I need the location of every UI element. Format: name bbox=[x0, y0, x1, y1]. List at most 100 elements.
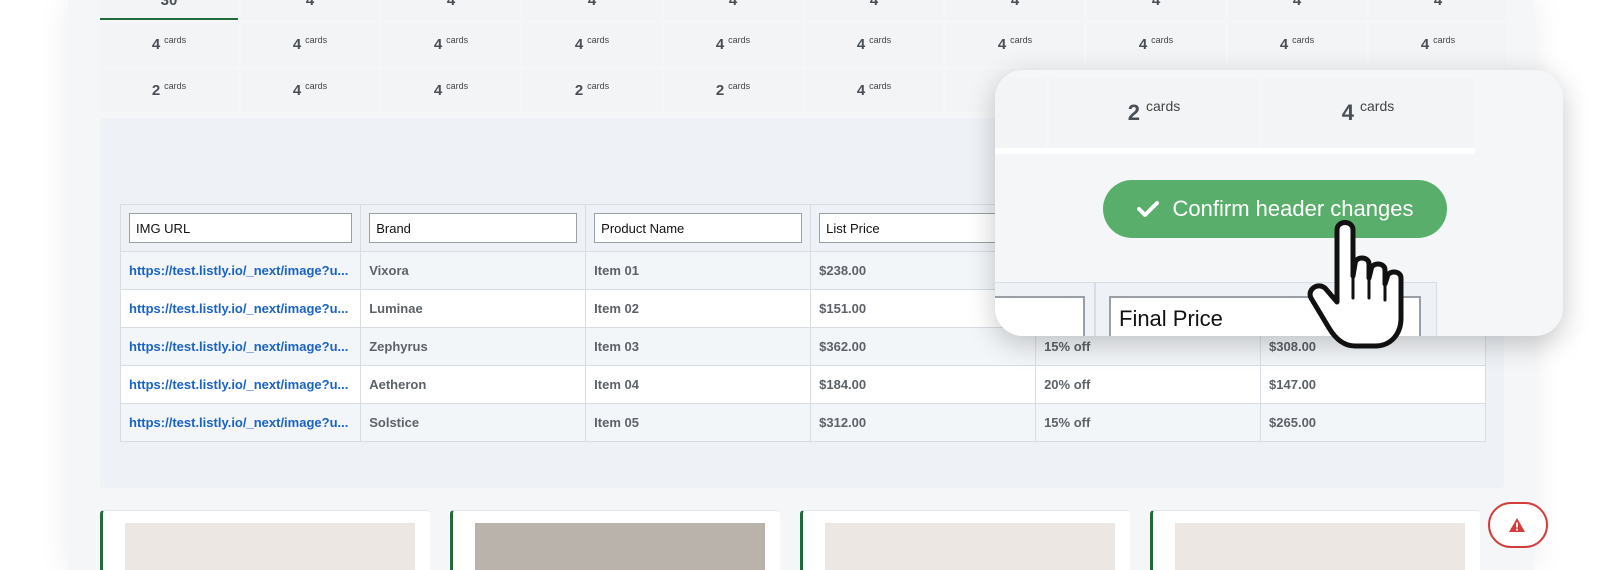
header-input-brand[interactable]: Brand bbox=[369, 213, 578, 243]
image-url-link[interactable]: https://test.listly.io/_next/image?u... bbox=[119, 251, 362, 290]
cards-count: 2 bbox=[151, 82, 161, 99]
product-image bbox=[475, 523, 765, 570]
cards-grid-cell[interactable]: 4 cards bbox=[805, 69, 943, 112]
cards-grid-cell[interactable]: 4 cards bbox=[382, 69, 520, 112]
cards-grid-cell[interactable]: 4 bbox=[1087, 0, 1225, 20]
zoom-grid-cell bbox=[995, 78, 1045, 148]
table-cell: 20% off bbox=[1035, 365, 1262, 404]
cards-grid-cell[interactable]: 2 cards bbox=[664, 69, 802, 112]
table-cell: Item 03 bbox=[585, 327, 812, 366]
cards-grid-cell[interactable]: 30 bbox=[100, 0, 238, 20]
zoom-divider bbox=[995, 148, 1475, 154]
cards-count: 30 bbox=[160, 0, 178, 9]
cards-grid-cell[interactable]: 4 bbox=[805, 0, 943, 20]
cards-grid-cell[interactable]: 4 cards bbox=[1087, 23, 1225, 66]
zoom-header-input-discount[interactable] bbox=[995, 296, 1085, 336]
product-image bbox=[825, 523, 1115, 570]
cards-grid-cell[interactable]: 4 bbox=[1228, 0, 1366, 20]
zoom-cell-count: 2 bbox=[1127, 100, 1140, 125]
check-icon bbox=[1136, 201, 1159, 217]
cards-count: 2 bbox=[715, 82, 725, 99]
table-cell: Vixora bbox=[360, 251, 587, 290]
table-cell: $312.00 bbox=[810, 403, 1037, 442]
cards-grid-cell[interactable]: 4 bbox=[946, 0, 1084, 20]
cards-unit: cards bbox=[446, 34, 469, 45]
cards-grid-row: 30 4 4 4 4 4 4 4 4 4 bbox=[100, 0, 1508, 20]
cards-count: 4 bbox=[1292, 0, 1302, 9]
cards-unit: cards bbox=[305, 34, 328, 45]
table-cell: $147.00 bbox=[1260, 365, 1486, 404]
image-url-link[interactable]: https://test.listly.io/_next/image?u... bbox=[119, 403, 362, 442]
cards-unit: cards bbox=[1433, 34, 1456, 45]
warning-icon bbox=[1509, 518, 1525, 532]
cards-grid-cell[interactable]: 4 bbox=[523, 0, 661, 20]
table-cell: 15% off bbox=[1035, 403, 1262, 442]
cards-count: 4 bbox=[574, 36, 584, 53]
table-cell: Zephyrus bbox=[360, 327, 587, 366]
cards-count: 4 bbox=[292, 36, 302, 53]
pointer-hand-icon bbox=[1307, 220, 1404, 349]
header-input-img-url[interactable]: IMG URL bbox=[129, 213, 353, 243]
product-image bbox=[1175, 523, 1465, 570]
cards-grid-cell[interactable]: 4 bbox=[241, 0, 379, 20]
cards-grid-cell[interactable]: 4 cards bbox=[241, 23, 379, 66]
cards-unit: cards bbox=[1292, 34, 1315, 45]
table-cell: $184.00 bbox=[810, 365, 1037, 404]
cards-grid-cell[interactable]: 4 cards bbox=[664, 23, 802, 66]
cards-count: 4 bbox=[151, 36, 161, 53]
header-cell: Product Name bbox=[585, 204, 812, 252]
product-card[interactable] bbox=[450, 510, 780, 570]
cards-grid-cell[interactable]: 4 cards bbox=[946, 23, 1084, 66]
cards-unit: cards bbox=[1010, 34, 1033, 45]
cards-count: 4 bbox=[446, 0, 456, 9]
cards-grid-cell[interactable]: 4 cards bbox=[241, 69, 379, 112]
cards-grid-cell[interactable]: 4 cards bbox=[523, 23, 661, 66]
zoom-callout: 2 cards 4 cards Confirm header changes Fin… bbox=[995, 70, 1563, 336]
cards-grid-cell[interactable]: 4 cards bbox=[382, 23, 520, 66]
cards-grid-cell[interactable]: 2 cards bbox=[523, 69, 661, 112]
cards-grid-cell[interactable]: 4 cards bbox=[100, 23, 238, 66]
header-cell: IMG URL bbox=[119, 204, 362, 252]
cards-unit: cards bbox=[869, 80, 892, 91]
table-cell: Luminae bbox=[360, 289, 587, 328]
product-card[interactable] bbox=[1150, 510, 1480, 570]
cards-grid-cell[interactable]: 4 bbox=[1369, 0, 1507, 20]
cards-unit: cards bbox=[305, 80, 328, 91]
cards-unit: cards bbox=[728, 80, 751, 91]
zoom-cell-count: 4 bbox=[1341, 100, 1354, 125]
cards-grid-cell[interactable]: 4 cards bbox=[1228, 23, 1366, 66]
cards-unit: cards bbox=[587, 34, 610, 45]
product-card[interactable] bbox=[800, 510, 1130, 570]
cards-unit: cards bbox=[446, 80, 469, 91]
cards-grid-cell[interactable]: 4 cards bbox=[1369, 23, 1507, 66]
cards-grid-row: 4 cards 4 cards 4 cards 4 cards 4 cards 4 cards 4 car… bbox=[100, 23, 1508, 66]
header-input-product-name[interactable]: Product Name bbox=[594, 213, 803, 243]
cards-unit: cards bbox=[164, 34, 187, 45]
cards-count: 4 bbox=[856, 36, 866, 53]
cards-count: 4 bbox=[1433, 0, 1443, 9]
zoom-grid-cell: 4 cards bbox=[1263, 78, 1473, 148]
cards-count: 4 bbox=[856, 82, 866, 99]
image-url-link[interactable]: https://test.listly.io/_next/image?u... bbox=[119, 327, 362, 366]
cards-unit: cards bbox=[869, 34, 892, 45]
image-url-link[interactable]: https://test.listly.io/_next/image?u... bbox=[119, 365, 362, 404]
cards-grid-cell[interactable]: 4 bbox=[664, 0, 802, 20]
cards-grid-cell[interactable]: 2 cards bbox=[100, 69, 238, 112]
table-row: https://test.listly.io/_next/image?u... S… bbox=[119, 403, 1486, 442]
cards-grid-cell[interactable]: 4 bbox=[382, 0, 520, 20]
table-cell: Item 02 bbox=[585, 289, 812, 328]
cards-count: 2 bbox=[574, 82, 584, 99]
cards-count: 4 bbox=[1151, 0, 1161, 9]
image-url-link[interactable]: https://test.listly.io/_next/image?u... bbox=[119, 289, 362, 328]
cards-count: 4 bbox=[728, 0, 738, 9]
cards-count: 4 bbox=[292, 82, 302, 99]
table-cell: Aetheron bbox=[360, 365, 587, 404]
zoom-grid-cell: 2 cards bbox=[1049, 78, 1259, 148]
table-cell: Item 04 bbox=[585, 365, 812, 404]
cards-count: 4 bbox=[1420, 36, 1430, 53]
product-card[interactable] bbox=[100, 510, 430, 570]
cards-grid-cell[interactable]: 4 cards bbox=[805, 23, 943, 66]
header-cell: Brand bbox=[360, 204, 587, 252]
alert-button[interactable] bbox=[1488, 502, 1548, 548]
table-cell: Solstice bbox=[360, 403, 587, 442]
